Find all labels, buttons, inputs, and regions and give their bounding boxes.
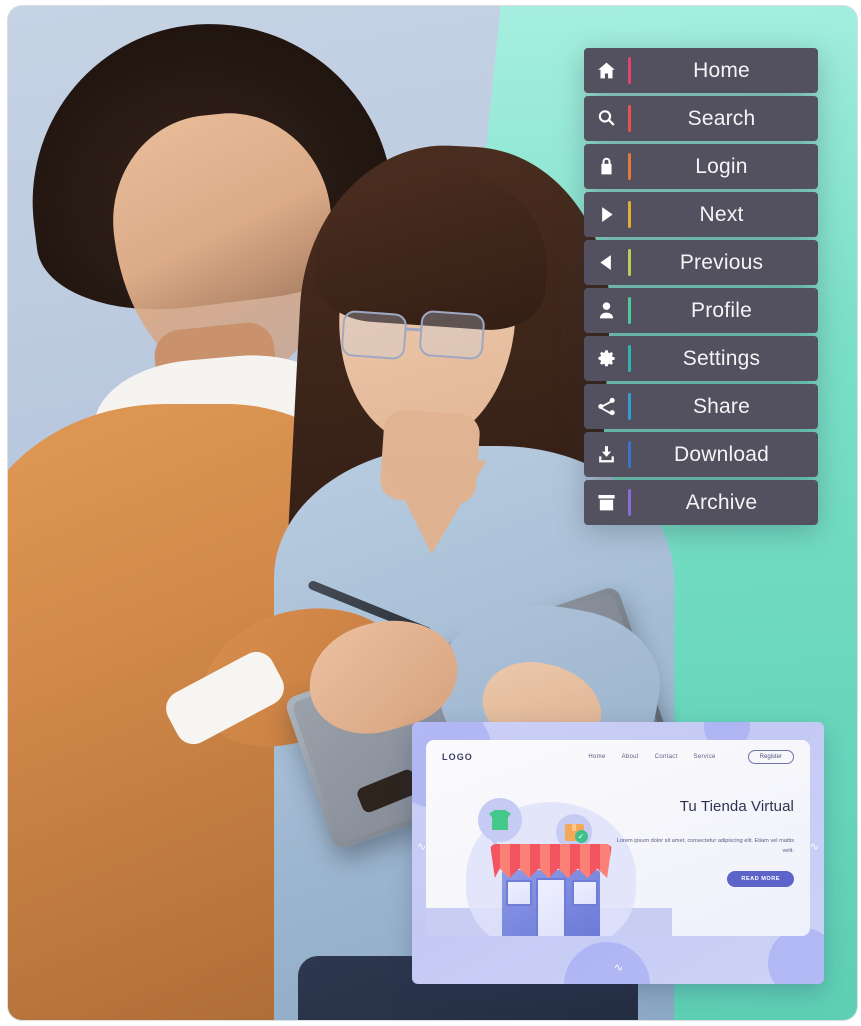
menu-item-previous[interactable]: Previous [584,240,818,285]
mockup-heading: Tu Tienda Virtual [679,798,794,815]
share-icon [584,384,628,429]
composition-card: Home Search Login Next Previous Profile … [8,6,857,1020]
woman-glasses-left-lens [340,309,408,361]
archive-box-icon [584,480,628,525]
mockup-nav: Home About Contact Service Register [588,750,794,764]
mockup-logo: LOGO [442,752,473,762]
download-icon [584,432,628,477]
menu-item-profile[interactable]: Profile [584,288,818,333]
mockup-page: LOGO Home About Contact Service Register [426,740,810,936]
gear-icon [584,336,628,381]
play-left-icon [584,240,628,285]
check-icon: ✓ [574,829,588,843]
mockup-copy-block: Tu Tienda Virtual Lorem ipsum dolor sit … [614,798,794,887]
wave-decoration-right: ∿ [809,841,819,853]
screenshot-canvas: Home Search Login Next Previous Profile … [0,0,861,1026]
mockup-paragraph: Lorem ipsum dolor sit amet, consectetur … [616,838,794,854]
menu-item-archive[interactable]: Archive [584,480,818,525]
menu-item-label: Profile [691,298,752,322]
wave-decoration-left: ∿ [417,841,427,853]
menu-item-search[interactable]: Search [584,96,818,141]
search-icon [584,96,628,141]
home-icon [584,48,628,93]
mockup-hero: ✓ Tu Tienda Virtual Lorem ipsum dolor si… [426,774,810,936]
menu-item-label: Next [699,202,744,226]
shop-window-left [506,880,532,906]
menu-item-label: Previous [679,250,764,274]
shop-door [536,878,566,936]
shop-window-right [572,880,598,906]
menu-item-login[interactable]: Login [584,144,818,189]
menu-item-share[interactable]: Share [584,384,818,429]
person-icon [584,288,628,333]
speech-bubble-tshirt [478,798,522,849]
wave-decoration-bottom: ∿ [613,962,623,974]
menu-item-settings[interactable]: Settings [584,336,818,381]
website-mockup: ∿ ∿ ∿ LOGO Home About Contact Service Re… [412,722,824,984]
menu-item-label: Settings [682,346,761,370]
lock-icon [584,144,628,189]
tshirt-icon [489,810,511,830]
menu-item-label: Share [692,394,751,418]
menu-item-label: Home [693,58,750,82]
woman-glasses-right-lens [418,309,486,361]
mockup-header: LOGO Home About Contact Service Register [426,740,810,774]
mockup-nav-item-contact[interactable]: Contact [655,754,678,760]
menu-item-label: Login [695,154,748,178]
menu-item-next[interactable]: Next [584,192,818,237]
menu-item-download[interactable]: Download [584,432,818,477]
mockup-nav-item-service[interactable]: Service [694,754,716,760]
read-more-button[interactable]: READ MORE [727,870,794,887]
menu-item-label: Download [674,442,769,466]
menu-item-home[interactable]: Home [584,48,818,93]
package-box-icon: ✓ [564,823,588,843]
play-right-icon [584,192,628,237]
menu-item-label: Archive [685,490,758,514]
menu-item-label: Search [687,106,756,130]
register-button[interactable]: Register [747,750,794,764]
navigation-menu: Home Search Login Next Previous Profile … [584,48,818,525]
mockup-nav-item-home[interactable]: Home [588,754,605,760]
mockup-nav-item-about[interactable]: About [622,754,639,760]
